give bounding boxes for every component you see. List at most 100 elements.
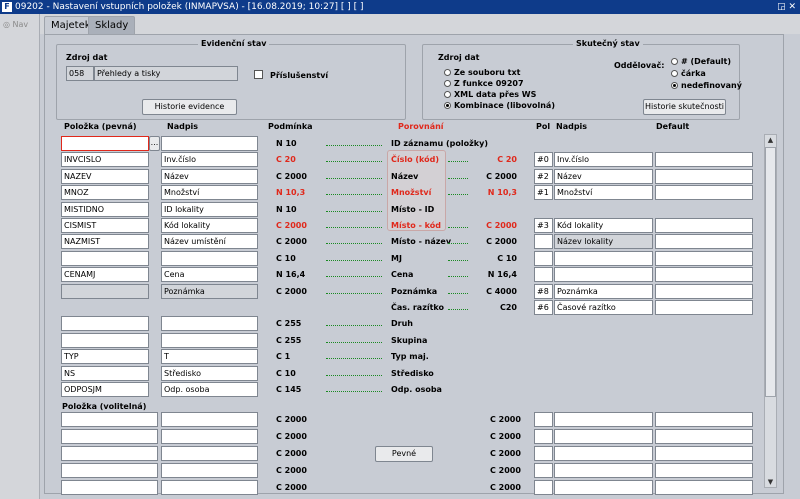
caption-field[interactable]: Název umístění [161, 234, 258, 249]
caption2-field[interactable] [554, 267, 653, 282]
item-field[interactable] [61, 136, 149, 151]
optional-item-field[interactable] [61, 429, 158, 444]
optional-pol-field[interactable] [534, 429, 553, 444]
sep-radio-comma[interactable] [671, 70, 678, 77]
item-field[interactable]: CENAMJ [61, 267, 149, 282]
optional-default-field[interactable] [655, 412, 753, 427]
item-field[interactable]: NAZMIST [61, 234, 149, 249]
source-radio-xml[interactable] [444, 91, 451, 98]
caption-field[interactable]: ID lokality [161, 202, 258, 217]
evidence-history-button[interactable]: Historie evidence [142, 99, 237, 115]
caption-field[interactable]: Odp. osoba [161, 382, 258, 397]
pol-field[interactable]: #8 [534, 284, 553, 299]
optional-caption-field[interactable] [161, 463, 258, 478]
item-field[interactable]: CISMIST [61, 218, 149, 233]
scroll-up-icon[interactable]: ▲ [765, 135, 776, 145]
optional-item-field[interactable] [61, 480, 158, 495]
caption-field[interactable] [161, 333, 258, 348]
lookup-button[interactable]: ... [149, 136, 160, 151]
pol-field[interactable]: #1 [534, 185, 553, 200]
pol-field[interactable]: #3 [534, 218, 553, 233]
vertical-scrollbar[interactable]: ▲ ▼ [764, 134, 777, 488]
caption-field[interactable]: Inv.číslo [161, 152, 258, 167]
default-field[interactable] [655, 300, 753, 315]
source-radio-txt[interactable] [444, 69, 451, 76]
optional-caption2-field[interactable] [554, 412, 653, 427]
caption2-field[interactable]: Inv.číslo [554, 152, 653, 167]
caption2-field[interactable]: Kód lokality [554, 218, 653, 233]
default-field[interactable] [655, 218, 753, 233]
optional-caption2-field[interactable] [554, 480, 653, 495]
source-radio-func[interactable] [444, 80, 451, 87]
item-field[interactable] [61, 284, 149, 299]
optional-default-field[interactable] [655, 463, 753, 478]
default-field[interactable] [655, 152, 753, 167]
optional-caption2-field[interactable] [554, 429, 653, 444]
default-field[interactable] [655, 185, 753, 200]
scroll-thumb[interactable] [765, 147, 776, 397]
caption2-field[interactable] [554, 251, 653, 266]
caption-field[interactable] [161, 316, 258, 331]
caption-field[interactable]: Název [161, 169, 258, 184]
optional-caption-field[interactable] [161, 412, 258, 427]
optional-pol-field[interactable] [534, 446, 553, 461]
pol-field[interactable] [534, 234, 553, 249]
caption-field[interactable]: Kód lokality [161, 218, 258, 233]
caption2-field[interactable]: Časové razítko [554, 300, 653, 315]
default-field[interactable] [655, 234, 753, 249]
optional-caption-field[interactable] [161, 429, 258, 444]
item-field[interactable]: ODPOSJM [61, 382, 149, 397]
sep-radio-default[interactable] [671, 58, 678, 65]
pol-field[interactable] [534, 267, 553, 282]
default-field[interactable] [655, 267, 753, 282]
actual-history-button[interactable]: Historie skutečnosti [643, 99, 726, 115]
optional-caption2-field[interactable] [554, 446, 653, 461]
optional-caption-field[interactable] [161, 480, 258, 495]
scroll-down-icon[interactable]: ▼ [765, 477, 776, 487]
item-field[interactable] [61, 333, 149, 348]
caption2-field[interactable]: Název lokality [554, 234, 653, 249]
optional-item-field[interactable] [61, 463, 158, 478]
optional-pol-field[interactable] [534, 412, 553, 427]
optional-default-field[interactable] [655, 480, 753, 495]
pol-field[interactable]: #2 [534, 169, 553, 184]
item-field[interactable] [61, 251, 149, 266]
optional-caption2-field[interactable] [554, 463, 653, 478]
optional-pol-field[interactable] [534, 480, 553, 495]
caption2-field[interactable]: Název [554, 169, 653, 184]
fixed-button[interactable]: Pevné [375, 446, 433, 462]
default-field[interactable] [655, 251, 753, 266]
window-controls[interactable]: ◲ ✕ [777, 0, 796, 14]
item-field[interactable]: NAZEV [61, 169, 149, 184]
default-field[interactable] [655, 169, 753, 184]
optional-caption-field[interactable] [161, 446, 258, 461]
pol-field[interactable]: #6 [534, 300, 553, 315]
item-field[interactable]: NS [61, 366, 149, 381]
item-field[interactable]: TYP [61, 349, 149, 364]
sep-radio-undefined[interactable] [671, 82, 678, 89]
caption-field[interactable]: Množství [161, 185, 258, 200]
optional-pol-field[interactable] [534, 463, 553, 478]
optional-default-field[interactable] [655, 446, 753, 461]
pol-field[interactable]: #0 [534, 152, 553, 167]
pol-field[interactable] [534, 251, 553, 266]
caption2-field[interactable]: Poznámka [554, 284, 653, 299]
item-field[interactable]: INVCISLO [61, 152, 149, 167]
optional-item-field[interactable] [61, 446, 158, 461]
source-radio-combined[interactable] [444, 102, 451, 109]
item-field[interactable]: MNOZ [61, 185, 149, 200]
caption-field[interactable] [161, 251, 258, 266]
nav-toggle[interactable]: ◎ Nav [3, 20, 28, 29]
caption-field[interactable]: T [161, 349, 258, 364]
tab-sklady[interactable]: Sklady [88, 16, 136, 34]
optional-default-field[interactable] [655, 429, 753, 444]
default-field[interactable] [655, 284, 753, 299]
item-field[interactable]: MISTIDNO [61, 202, 149, 217]
accessory-checkbox[interactable] [254, 70, 263, 79]
caption-field[interactable]: Cena [161, 267, 258, 282]
item-field[interactable] [61, 316, 149, 331]
optional-item-field[interactable] [61, 412, 158, 427]
caption2-field[interactable]: Množství [554, 185, 653, 200]
caption-field[interactable] [161, 136, 258, 151]
caption-field[interactable]: Poznámka [161, 284, 258, 299]
